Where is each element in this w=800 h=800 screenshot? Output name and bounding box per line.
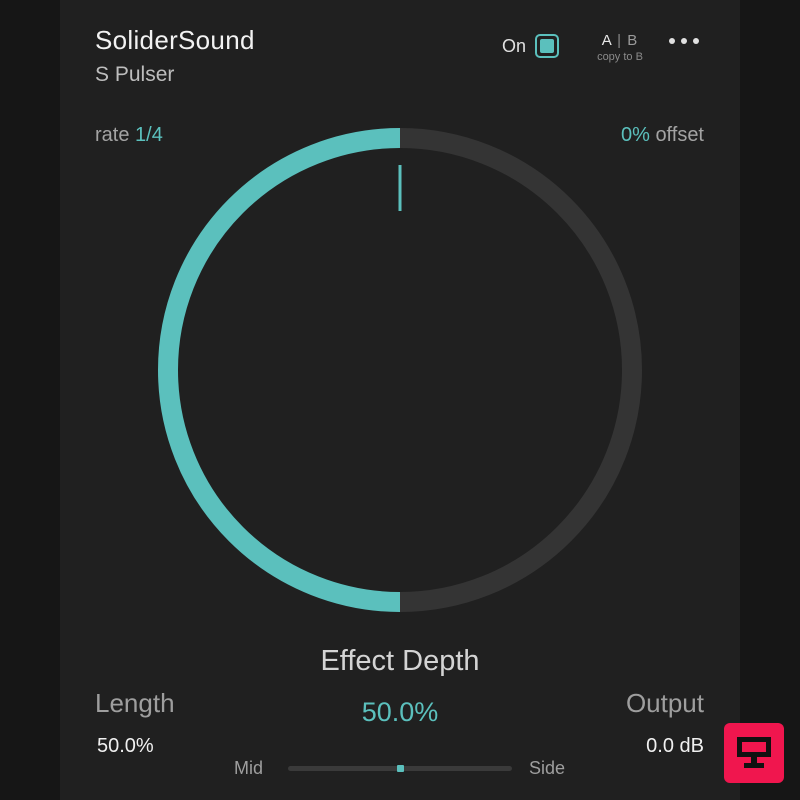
dial-track <box>399 128 642 612</box>
side-label: Side <box>529 758 566 778</box>
mid-side-slider[interactable] <box>288 765 512 772</box>
output-value[interactable]: 0.0 dB <box>646 735 704 758</box>
watermark-glyph-icon <box>737 737 771 768</box>
length-value[interactable]: 50.0% <box>97 735 154 758</box>
mid-label: Mid <box>234 758 264 778</box>
watermark-logo <box>724 723 784 783</box>
output-label: Output <box>625 688 704 718</box>
dial-fill <box>158 128 401 612</box>
effect-depth-dial[interactable] <box>0 0 800 800</box>
effect-depth-label: Effect Depth <box>320 645 480 677</box>
mid-side-thumb[interactable] <box>397 765 404 772</box>
length-label: Length <box>95 688 175 718</box>
